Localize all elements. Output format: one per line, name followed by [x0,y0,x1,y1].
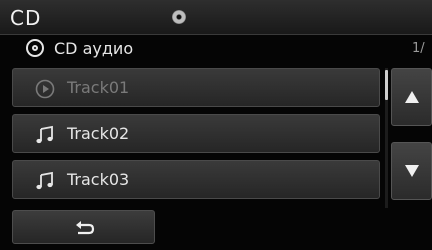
back-button[interactable] [12,210,155,244]
title-bar: CD [0,0,432,35]
track-label: Track01 [67,78,130,97]
music-note-icon [35,171,55,191]
play-circle-icon [35,79,55,99]
music-note-icon [35,125,55,145]
arrow-up-icon [405,91,419,103]
track-item-3[interactable]: Track03 [12,160,380,199]
track-label: Track03 [67,170,130,189]
arrow-down-icon [405,165,419,177]
track-label: Track02 [67,124,130,143]
disc-icon [26,39,44,57]
scroll-down-button[interactable] [391,142,432,200]
track-item-1[interactable]: Track01 [12,68,380,107]
source-label: CD аудио [54,39,134,58]
scrollbar-thumb[interactable] [385,70,388,100]
back-arrow-icon [76,221,95,235]
page-title: CD [10,6,42,30]
source-row: CD аудио 1/ [0,35,432,63]
page-indicator: 1/ [412,41,425,56]
track-item-2[interactable]: Track02 [12,114,380,153]
disc-status-icon [172,10,186,24]
scroll-up-button[interactable] [391,68,432,126]
